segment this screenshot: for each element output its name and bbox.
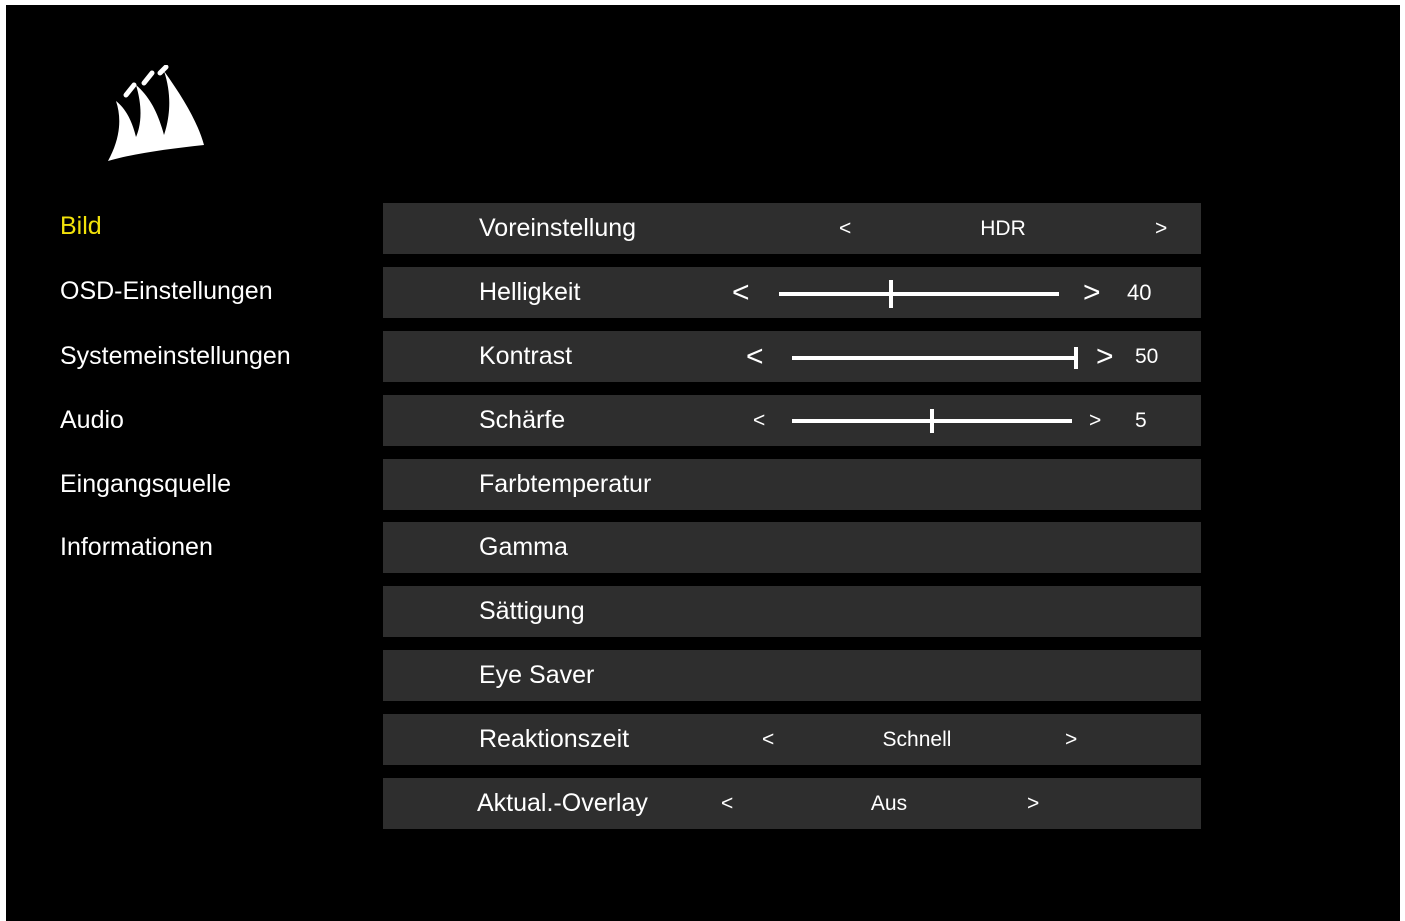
chevron-right-icon[interactable]: >	[1065, 714, 1077, 765]
setting-value: Aus	[870, 792, 908, 815]
sharpness-slider[interactable]	[792, 409, 1072, 433]
nav-item-systemeinstellungen[interactable]: Systemeinstellungen	[60, 342, 291, 371]
setting-label: Voreinstellung	[479, 214, 637, 242]
setting-row-gamma[interactable]: Gamma	[383, 522, 1201, 573]
setting-label: Eye Saver	[479, 661, 595, 689]
nav-item-audio[interactable]: Audio	[60, 406, 124, 435]
chevron-left-icon[interactable]: <	[721, 778, 733, 829]
chevron-left-icon[interactable]: <	[762, 714, 774, 765]
monitor-osd-screen: Bild OSD-Einstellungen Systemeinstellung…	[6, 5, 1400, 921]
setting-row-aktual-overlay[interactable]: Aktual.-Overlay < Aus >	[383, 778, 1201, 829]
setting-row-farbtemperatur[interactable]: Farbtemperatur	[383, 459, 1201, 510]
setting-label: Kontrast	[479, 342, 573, 370]
setting-value: Schnell	[882, 728, 952, 751]
chevron-right-icon[interactable]: >	[1096, 331, 1114, 382]
setting-label: Aktual.-Overlay	[477, 789, 648, 817]
setting-label: Reaktionszeit	[479, 725, 630, 753]
setting-row-voreinstellung[interactable]: Voreinstellung < HDR >	[383, 203, 1201, 254]
contrast-slider[interactable]	[792, 347, 1078, 369]
nav-item-osd-einstellungen[interactable]: OSD-Einstellungen	[60, 277, 273, 306]
setting-value: 5	[1135, 409, 1147, 432]
nav-item-bild[interactable]: Bild	[60, 212, 102, 241]
nav-item-informationen[interactable]: Informationen	[60, 533, 213, 562]
nav-item-eingangsquelle[interactable]: Eingangsquelle	[60, 470, 231, 499]
chevron-left-icon[interactable]: <	[732, 267, 750, 318]
chevron-left-icon[interactable]: <	[753, 395, 765, 446]
setting-label: Farbtemperatur	[479, 470, 652, 498]
chevron-right-icon[interactable]: >	[1083, 267, 1101, 318]
chevron-right-icon[interactable]: >	[1089, 395, 1101, 446]
chevron-left-icon[interactable]: <	[839, 203, 851, 254]
setting-row-schaerfe[interactable]: Schärfe < > 5	[383, 395, 1201, 446]
setting-row-saettigung[interactable]: Sättigung	[383, 586, 1201, 637]
slider-thumb[interactable]	[889, 280, 893, 308]
brightness-slider[interactable]	[779, 280, 1059, 308]
slider-thumb[interactable]	[930, 409, 934, 433]
setting-value: HDR	[980, 217, 1026, 240]
setting-row-reaktionszeit[interactable]: Reaktionszeit < Schnell >	[383, 714, 1201, 765]
chevron-right-icon[interactable]: >	[1027, 778, 1039, 829]
setting-row-kontrast[interactable]: Kontrast < > 50	[383, 331, 1201, 382]
setting-label: Gamma	[479, 533, 568, 561]
setting-row-helligkeit[interactable]: Helligkeit < > 40	[383, 267, 1201, 318]
slider-thumb[interactable]	[1074, 347, 1078, 369]
setting-label: Sättigung	[479, 597, 585, 625]
setting-label: Schärfe	[479, 406, 566, 434]
chevron-right-icon[interactable]: >	[1155, 203, 1167, 254]
setting-value: 40	[1127, 280, 1152, 305]
corsair-sails-logo	[108, 65, 204, 161]
setting-label: Helligkeit	[479, 278, 581, 306]
setting-row-eye-saver[interactable]: Eye Saver	[383, 650, 1201, 701]
setting-value: 50	[1135, 345, 1159, 368]
chevron-left-icon[interactable]: <	[746, 331, 764, 382]
